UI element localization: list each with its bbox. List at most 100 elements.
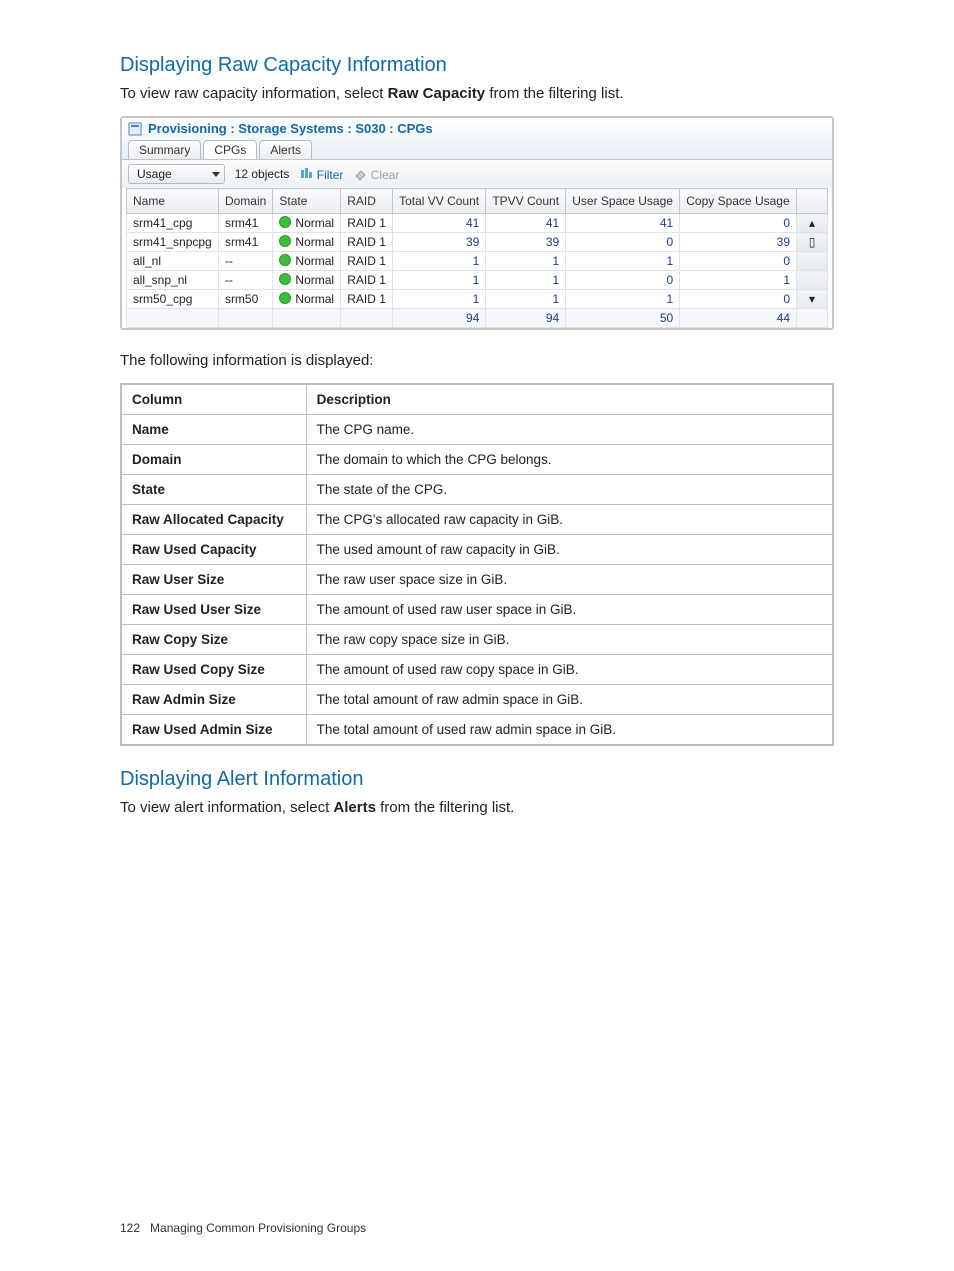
scrollbar-track[interactable] bbox=[797, 189, 828, 214]
desc-col-name: Name bbox=[121, 415, 306, 445]
desc-col-description: The used amount of raw capacity in GiB. bbox=[306, 535, 833, 565]
col-raid[interactable]: RAID bbox=[341, 189, 393, 214]
desc-col-name: State bbox=[121, 475, 306, 505]
intro2-post: from the filtering list. bbox=[376, 799, 514, 816]
cell-state: Normal bbox=[273, 271, 341, 290]
cell-domain: srm41 bbox=[218, 214, 272, 233]
scrollbar-segment[interactable] bbox=[797, 271, 828, 290]
desc-col-name: Raw Admin Size bbox=[121, 685, 306, 715]
cell-total-vv: 1 bbox=[393, 252, 486, 271]
scrollbar-segment[interactable]: ▯ bbox=[797, 233, 828, 252]
col-domain[interactable]: Domain bbox=[218, 189, 272, 214]
desc-head-column: Column bbox=[121, 384, 306, 415]
tab-summary[interactable]: Summary bbox=[128, 140, 201, 159]
heading-alert-info: Displaying Alert Information bbox=[120, 768, 834, 791]
filter-dropdown-value: Usage bbox=[137, 167, 172, 181]
filter-control[interactable]: Filter bbox=[299, 167, 343, 182]
scrollbar-segment[interactable] bbox=[797, 252, 828, 271]
state-dot-icon bbox=[279, 216, 291, 228]
desc-col-description: The total amount of raw admin space in G… bbox=[306, 685, 833, 715]
table-row[interactable]: srm41_cpgsrm41NormalRAID 14141410▴ bbox=[127, 214, 828, 233]
desc-col-description: The CPG's allocated raw capacity in GiB. bbox=[306, 505, 833, 535]
cell-name: srm41_cpg bbox=[127, 214, 219, 233]
cell-copy-space: 0 bbox=[680, 214, 797, 233]
col-tpvv[interactable]: TPVV Count bbox=[486, 189, 566, 214]
cell-raid: RAID 1 bbox=[341, 252, 393, 271]
cell-domain: -- bbox=[218, 252, 272, 271]
table-row[interactable]: srm50_cpgsrm50NormalRAID 11110▾ bbox=[127, 290, 828, 309]
object-count: 12 objects bbox=[235, 167, 290, 181]
col-state[interactable]: State bbox=[273, 189, 341, 214]
filter-dropdown[interactable]: Usage bbox=[128, 164, 225, 184]
intro-alert-info: To view alert information, select Alerts… bbox=[120, 799, 834, 816]
totals-copy: 44 bbox=[680, 309, 797, 328]
table-row[interactable]: all_snp_nl--NormalRAID 11101 bbox=[127, 271, 828, 290]
cell-domain: srm41 bbox=[218, 233, 272, 252]
totals-row: 94945044 bbox=[127, 309, 828, 328]
cell-user-space: 1 bbox=[566, 290, 680, 309]
col-name[interactable]: Name bbox=[127, 189, 219, 214]
desc-col-description: The raw user space size in GiB. bbox=[306, 565, 833, 595]
state-dot-icon bbox=[279, 292, 291, 304]
footer-title: Managing Common Provisioning Groups bbox=[150, 1221, 366, 1235]
desc-row: DomainThe domain to which the CPG belong… bbox=[121, 445, 833, 475]
desc-col-name: Raw Used Admin Size bbox=[121, 715, 306, 746]
desc-col-name: Raw Used Capacity bbox=[121, 535, 306, 565]
cell-raid: RAID 1 bbox=[341, 290, 393, 309]
cell-name: all_nl bbox=[127, 252, 219, 271]
scrollbar-segment[interactable]: ▴ bbox=[797, 214, 828, 233]
desc-col-name: Raw Used User Size bbox=[121, 595, 306, 625]
col-user-space-usage[interactable]: User Space Usage bbox=[566, 189, 680, 214]
intro-post: from the filtering list. bbox=[485, 85, 623, 102]
totals-tpvv: 94 bbox=[486, 309, 566, 328]
table-row[interactable]: all_nl--NormalRAID 11110 bbox=[127, 252, 828, 271]
desc-row: Raw Used User SizeThe amount of used raw… bbox=[121, 595, 833, 625]
cell-tpvv: 41 bbox=[486, 214, 566, 233]
state-dot-icon bbox=[279, 235, 291, 247]
totals-total-vv: 94 bbox=[393, 309, 486, 328]
cell-state: Normal bbox=[273, 290, 341, 309]
page-footer: 122 Managing Common Provisioning Groups bbox=[120, 1221, 366, 1235]
tab-cpgs[interactable]: CPGs bbox=[203, 140, 257, 159]
app-screenshot: Provisioning : Storage Systems : S030 : … bbox=[120, 116, 834, 330]
desc-col-description: The state of the CPG. bbox=[306, 475, 833, 505]
cell-total-vv: 1 bbox=[393, 290, 486, 309]
cell-total-vv: 41 bbox=[393, 214, 486, 233]
desc-col-description: The total amount of used raw admin space… bbox=[306, 715, 833, 746]
cell-copy-space: 0 bbox=[680, 290, 797, 309]
totals-blank bbox=[127, 309, 219, 328]
totals-blank bbox=[273, 309, 341, 328]
page-number: 122 bbox=[120, 1221, 140, 1235]
col-copy-space-usage[interactable]: Copy Space Usage bbox=[680, 189, 797, 214]
tab-alerts[interactable]: Alerts bbox=[259, 140, 312, 159]
cell-raid: RAID 1 bbox=[341, 233, 393, 252]
col-total-vv[interactable]: Total VV Count bbox=[393, 189, 486, 214]
cell-tpvv: 1 bbox=[486, 290, 566, 309]
cell-copy-space: 0 bbox=[680, 252, 797, 271]
desc-col-description: The CPG name. bbox=[306, 415, 833, 445]
cpg-grid: Name Domain State RAID Total VV Count TP… bbox=[126, 188, 828, 328]
desc-col-name: Raw Allocated Capacity bbox=[121, 505, 306, 535]
state-dot-icon bbox=[279, 273, 291, 285]
cell-raid: RAID 1 bbox=[341, 271, 393, 290]
clear-control[interactable]: Clear bbox=[353, 167, 399, 182]
cell-user-space: 1 bbox=[566, 252, 680, 271]
cell-raid: RAID 1 bbox=[341, 214, 393, 233]
intro2-pre: To view alert information, select bbox=[120, 799, 333, 816]
table-row[interactable]: srm41_snpcpgsrm41NormalRAID 13939039▯ bbox=[127, 233, 828, 252]
desc-row: Raw User SizeThe raw user space size in … bbox=[121, 565, 833, 595]
clear-label: Clear bbox=[371, 168, 400, 182]
column-description-table: Column Description NameThe CPG name.Doma… bbox=[120, 383, 834, 746]
tabs-row: Summary CPGs Alerts bbox=[128, 140, 826, 159]
cell-total-vv: 39 bbox=[393, 233, 486, 252]
desc-head-description: Description bbox=[306, 384, 833, 415]
state-dot-icon bbox=[279, 254, 291, 266]
cell-state: Normal bbox=[273, 233, 341, 252]
cell-name: all_snp_nl bbox=[127, 271, 219, 290]
cell-domain: -- bbox=[218, 271, 272, 290]
desc-col-name: Raw Copy Size bbox=[121, 625, 306, 655]
scrollbar-segment[interactable]: ▾ bbox=[797, 290, 828, 309]
cell-copy-space: 39 bbox=[680, 233, 797, 252]
scrollbar-segment[interactable] bbox=[797, 309, 828, 328]
cell-copy-space: 1 bbox=[680, 271, 797, 290]
